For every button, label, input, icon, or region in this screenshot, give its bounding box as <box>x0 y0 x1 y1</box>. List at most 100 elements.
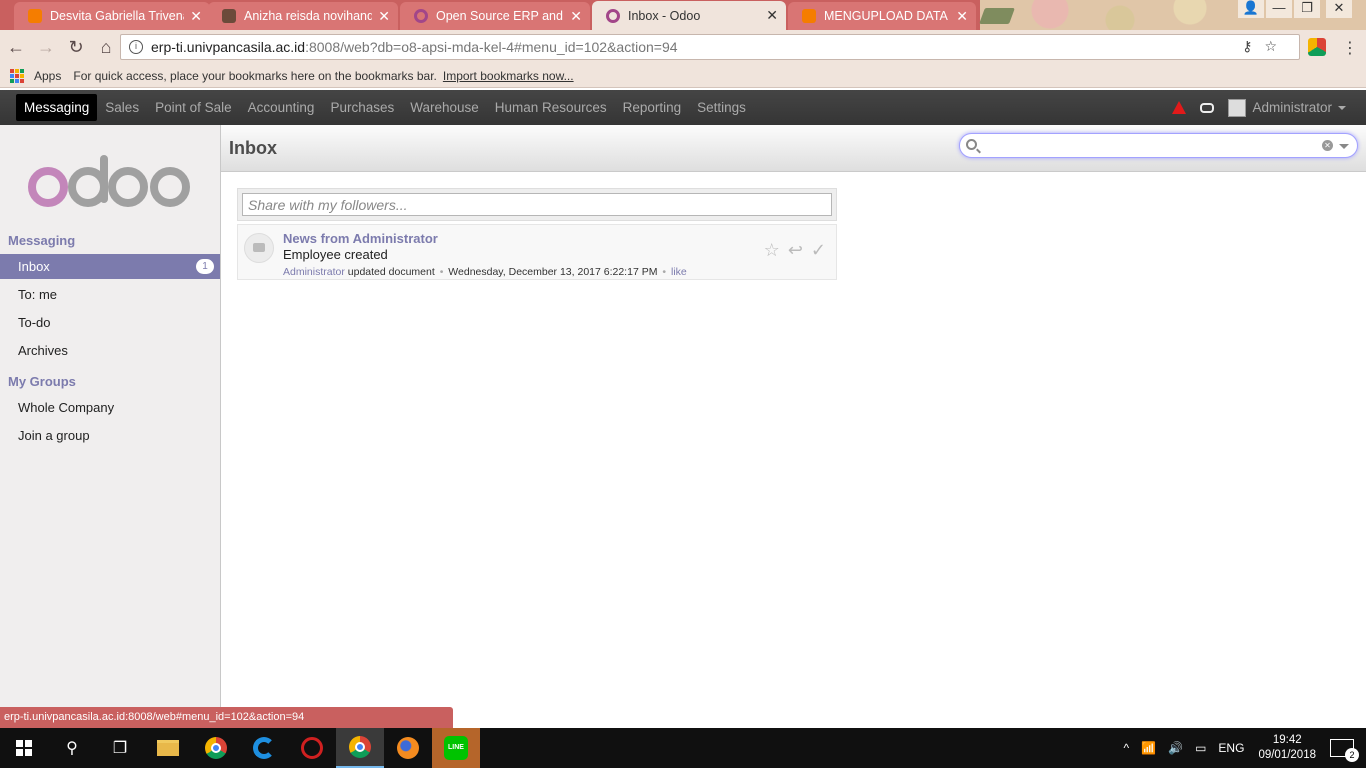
menu-warehouse[interactable]: Warehouse <box>402 94 487 121</box>
menu-sales[interactable]: Sales <box>97 94 147 121</box>
author-avatar[interactable] <box>244 233 274 263</box>
search-options-icon[interactable] <box>1339 144 1349 149</box>
search-box[interactable]: ✕ <box>959 133 1358 158</box>
edge-icon[interactable] <box>240 728 288 768</box>
clear-icon[interactable]: ✕ <box>1322 140 1333 151</box>
share-input[interactable] <box>242 193 832 216</box>
status-url-bubble: erp-ti.univpancasila.ac.id:8008/web#menu… <box>0 707 453 728</box>
chat-icon[interactable] <box>1200 102 1215 113</box>
menu-messaging[interactable]: Messaging <box>16 94 98 121</box>
check-icon[interactable]: ✓ <box>811 240 826 261</box>
firefox-icon[interactable] <box>384 728 432 768</box>
section-messaging[interactable]: Messaging <box>8 233 75 248</box>
info-icon[interactable]: i <box>129 40 143 54</box>
file-explorer-icon[interactable] <box>144 728 192 768</box>
search-icon[interactable]: ⚲ <box>48 728 96 768</box>
sidebar-item-label: Join a group <box>18 428 90 443</box>
start-button[interactable] <box>0 728 48 768</box>
home-icon[interactable]: ⌂ <box>92 33 120 61</box>
line-app-icon[interactable]: LINE <box>432 728 480 768</box>
chrome-menu-icon[interactable]: ⋮ <box>1342 38 1358 58</box>
separator-dot: • <box>662 266 667 278</box>
odoo-icon <box>414 9 428 23</box>
task-view-icon[interactable]: ❐ <box>96 728 144 768</box>
chevron-down-icon <box>1338 105 1346 110</box>
extension-icon[interactable] <box>1308 38 1326 56</box>
star-icon[interactable]: ☆ <box>764 240 780 261</box>
back-icon[interactable]: ← <box>2 33 30 61</box>
sidebar-item-archives[interactable]: Archives <box>0 338 220 363</box>
message-subject[interactable]: News from Administrator <box>283 231 438 246</box>
warning-icon[interactable] <box>1172 101 1187 114</box>
menu-purchases[interactable]: Purchases <box>322 94 402 121</box>
like-link[interactable]: like <box>671 266 687 278</box>
apps-link[interactable]: Apps <box>34 69 61 83</box>
reload-icon[interactable]: ↻ <box>62 33 90 61</box>
blogger-icon <box>28 9 42 23</box>
chrome-icon[interactable] <box>192 728 240 768</box>
apps-icon[interactable] <box>10 68 24 83</box>
notification-count: 2 <box>1345 748 1359 762</box>
menu-point-of-sale[interactable]: Point of Sale <box>147 94 240 121</box>
odoo-logo[interactable] <box>24 155 194 215</box>
browser-tab-active[interactable]: Inbox - Odoo ✕ <box>592 1 786 30</box>
close-icon[interactable]: ✕ <box>378 8 390 25</box>
wifi-icon[interactable]: 📶 <box>1141 741 1156 755</box>
menu-human-resources[interactable]: Human Resources <box>487 94 615 121</box>
new-tab-button[interactable] <box>979 8 1015 24</box>
menu-settings[interactable]: Settings <box>689 94 754 121</box>
chrome-active-icon[interactable] <box>336 728 384 768</box>
taskbar: ⚲ ❐ LINE ^ 📶 🔊 ▭ ENG 19:42 09/01/2018 2 <box>0 728 1366 768</box>
photo-icon <box>222 9 236 23</box>
author-link[interactable]: Administrator <box>283 266 345 278</box>
browser-tab[interactable]: Desvita Gabriella Trivena ✕ <box>14 2 210 30</box>
restore-icon[interactable]: ❐ <box>1294 0 1320 18</box>
message-date: Wednesday, December 13, 2017 6:22:17 PM <box>448 266 658 278</box>
sidebar: Messaging Inbox 1 To: me To-do Archives … <box>0 125 221 728</box>
import-bookmarks-link[interactable]: Import bookmarks now... <box>443 69 574 83</box>
sidebar-item-label: To-do <box>18 315 51 330</box>
search-input[interactable] <box>980 136 1310 155</box>
key-star-icons[interactable]: ⚷☆ <box>1242 38 1289 55</box>
main-menu: Messaging Sales Point of Sale Accounting… <box>0 90 754 125</box>
browser-tab[interactable]: Anizha reisda novihandik ✕ <box>208 2 398 30</box>
close-icon[interactable]: ✕ <box>956 8 968 25</box>
app-red-icon[interactable] <box>288 728 336 768</box>
chevron-up-icon[interactable]: ^ <box>1124 741 1130 755</box>
battery-icon[interactable]: ▭ <box>1195 741 1206 755</box>
notification-icon[interactable]: 2 <box>1330 739 1359 762</box>
menu-accounting[interactable]: Accounting <box>240 94 323 121</box>
browser-tab[interactable]: Open Source ERP and CR ✕ <box>400 2 590 30</box>
message-actions: ☆ ↩ ✓ <box>764 240 826 261</box>
close-icon[interactable]: ✕ <box>766 7 778 24</box>
address-bar[interactable]: i erp-ti.univpancasila.ac.id:8008/web?db… <box>120 34 1300 60</box>
sidebar-item-inbox[interactable]: Inbox 1 <box>0 254 220 279</box>
language-indicator[interactable]: ENG <box>1218 741 1244 755</box>
blogger-icon <box>802 9 816 23</box>
sidebar-item-whole-company[interactable]: Whole Company <box>0 395 220 420</box>
section-my-groups[interactable]: My Groups <box>8 374 76 389</box>
user-menu[interactable]: Administrator <box>1228 98 1346 117</box>
minimize-icon[interactable]: — <box>1266 0 1292 18</box>
page-title: Inbox <box>229 138 277 158</box>
close-icon[interactable]: ✕ <box>570 8 582 25</box>
reply-icon[interactable]: ↩ <box>788 240 803 261</box>
sidebar-item-join-group[interactable]: Join a group <box>0 423 220 448</box>
sidebar-item-label: To: me <box>18 287 58 302</box>
unread-count-badge: 1 <box>196 259 214 274</box>
forward-icon[interactable]: → <box>32 33 60 61</box>
view-header: Inbox ✕ <box>221 125 1366 172</box>
clock[interactable]: 19:42 09/01/2018 <box>1258 733 1316 763</box>
browser-tab[interactable]: MENGUPLOAD DATA DI ✕ <box>788 2 976 30</box>
search-icon <box>966 139 977 150</box>
close-icon[interactable]: ✕ <box>190 8 202 25</box>
menu-reporting[interactable]: Reporting <box>615 94 690 121</box>
volume-icon[interactable]: 🔊 <box>1168 741 1183 755</box>
window-close-icon[interactable]: ✕ <box>1326 0 1352 18</box>
profile-icon[interactable]: 👤 <box>1238 0 1264 18</box>
windows-icon <box>16 740 32 756</box>
sidebar-item-todo[interactable]: To-do <box>0 310 220 335</box>
message-item: News from Administrator Employee created… <box>237 224 837 280</box>
sidebar-item-to-me[interactable]: To: me <box>0 282 220 307</box>
message-action: updated document <box>347 266 435 278</box>
